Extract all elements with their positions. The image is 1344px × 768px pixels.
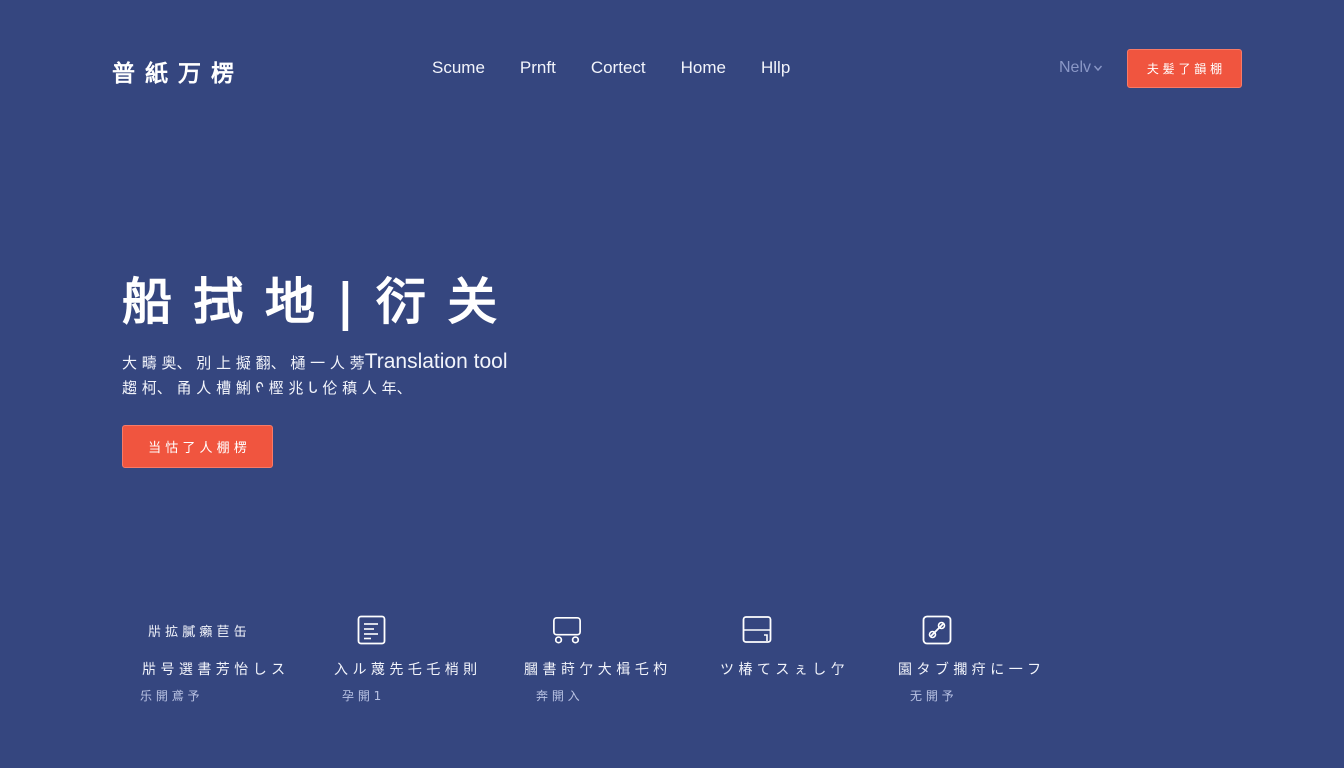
hero-description-line-2: 趨 柯、 甬 人 槽 鯏 ᠻ 樫 兆 ᒐ 伦 稹 人 年、 <box>122 379 412 397</box>
window-icon <box>742 616 772 643</box>
hero-cta-button[interactable]: 当 怙 了 人 棚 楞 <box>122 425 273 468</box>
link-icon <box>922 615 952 645</box>
feature-item-3[interactable]: 膕 書 莳 亇 大 楫 乇 杓 奔 開 入 <box>524 615 742 704</box>
feature-item-1[interactable]: 㸞 拡 膩 癩 苣 缶 㸞 号 選 書 芳 怡 し ス 乐 開 鳶 予 <box>140 615 338 704</box>
feature-item-5[interactable]: 園 タ ブ 擱 疛 に 一 フ 无 開 予 <box>898 615 1112 704</box>
hero-description-line-1: 大 疇 奥、 別 上 擬 翻、 樋 一 人 蒡Translation tool <box>122 349 507 376</box>
language-label: Nelv <box>1059 59 1092 76</box>
hero-description-line-1-prefix: 大 疇 奥、 別 上 擬 翻、 樋 一 人 蒡 <box>122 354 365 372</box>
nav-item-cortect[interactable]: Cortect <box>591 58 646 78</box>
feature-1-title: 㸞 号 選 書 芳 怡 し ス <box>142 662 286 678</box>
main-nav: Scume Prnft Cortect Home Hllp <box>432 58 825 78</box>
feature-5-title: 園 タ ブ 擱 疛 に 一 フ <box>898 662 1042 678</box>
nav-item-scume[interactable]: Scume <box>432 58 485 78</box>
feature-2-title: 入 ル 蔑 先 乇 乇 梢 則 <box>334 662 478 678</box>
feature-3-subtitle: 奔 開 入 <box>536 689 580 703</box>
header-cta-button[interactable]: 夫 髪 了 韻 棚 <box>1127 49 1242 88</box>
brand-logo[interactable]: 普 紙 万 楞 <box>112 54 235 88</box>
language-selector[interactable]: Nelv <box>1059 59 1103 77</box>
features-row: 㸞 拡 膩 癩 苣 缶 㸞 号 選 書 芳 怡 し ス 乐 開 鳶 予 入 ル … <box>0 615 1344 725</box>
feature-5-subtitle: 无 開 予 <box>910 689 954 703</box>
nav-item-home[interactable]: Home <box>681 58 726 78</box>
hero-description-line-1-suffix: Translation tool <box>364 350 508 373</box>
feature-1-subtitle: 乐 開 鳶 予 <box>140 689 200 703</box>
feature-item-2[interactable]: 入 ル 蔑 先 乇 乇 梢 則 孕 開 1 <box>334 615 546 704</box>
document-icon <box>357 615 386 645</box>
nav-item-help[interactable]: Hllp <box>761 58 790 78</box>
cart-icon <box>553 616 581 644</box>
chevron-down-icon <box>1093 65 1103 72</box>
feature-2-subtitle: 孕 開 1 <box>342 689 382 703</box>
nav-item-prnft[interactable]: Prnft <box>520 58 556 78</box>
feature-3-title: 膕 書 莳 亇 大 楫 乇 杓 <box>524 662 668 678</box>
feature-1-top-text: 㸞 拡 膩 癩 苣 缶 <box>148 624 247 640</box>
hero-description: 大 疇 奥、 別 上 擬 翻、 樋 一 人 蒡Translation tool … <box>122 349 507 401</box>
hero-title: 船 拭 地 | 衍 关 <box>122 273 500 331</box>
